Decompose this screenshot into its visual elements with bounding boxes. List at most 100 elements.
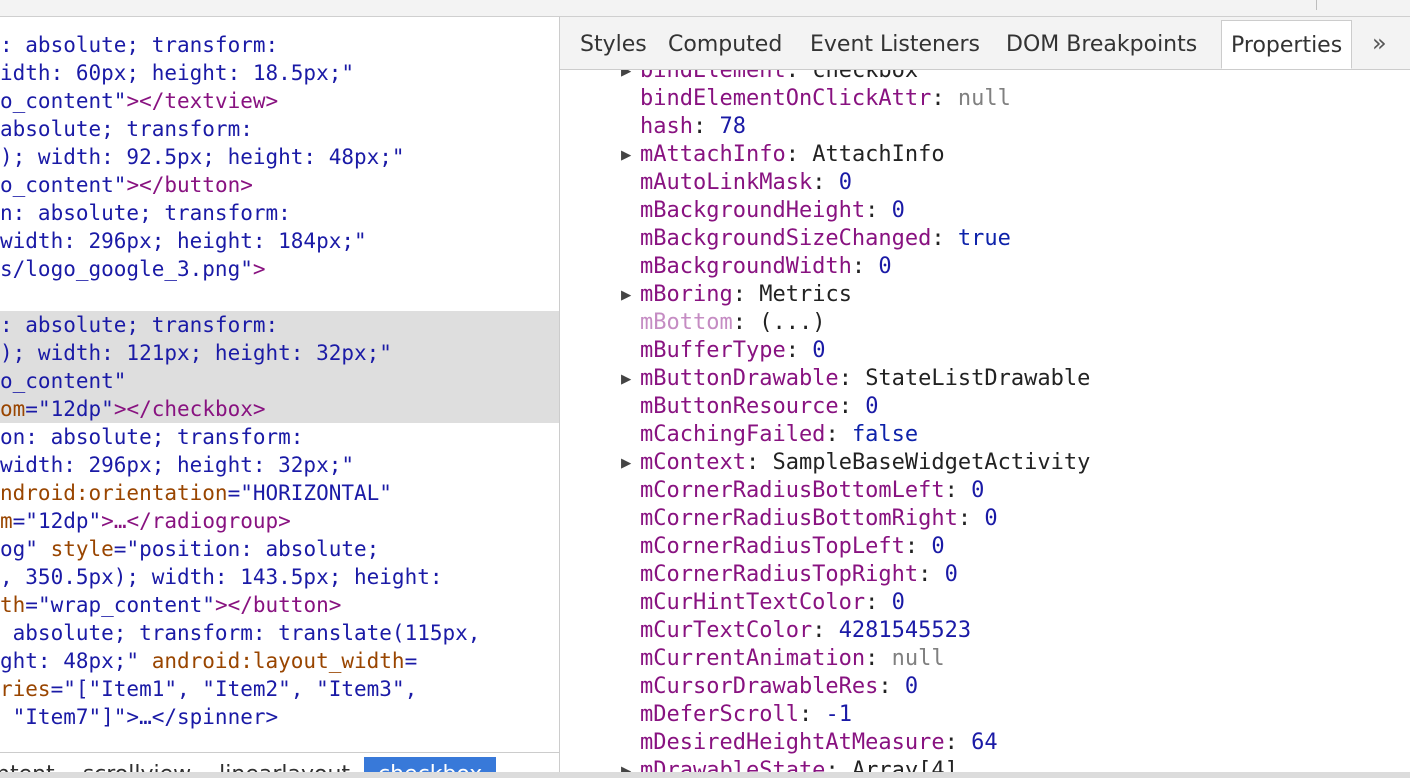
property-key: mAttachInfo [640,142,786,167]
property-key: mButtonResource [640,394,839,419]
dom-node-line[interactable]: n: absolute; transform: [0,199,559,227]
dom-node-line[interactable]: ght: 48px;" android:layout_width= [0,647,559,675]
dom-node-line[interactable]: on: absolute; transform: [0,423,559,451]
tab-event-listeners[interactable]: Event Listeners [810,25,980,69]
property-row[interactable]: mDeferScroll: -1 [560,701,1410,729]
property-colon: : [785,142,813,167]
property-row[interactable]: mBackgroundWidth: 0 [560,253,1410,281]
dom-node-line[interactable]: : absolute; transform: [0,31,559,59]
dom-node-line[interactable]: og" style="position: absolute; [0,535,559,563]
property-value: 0 [931,534,945,559]
dom-tree[interactable]: : absolute; transform: idth: 60px; height… [0,31,559,731]
property-colon: : [944,730,972,755]
dom-node-line[interactable]: ndroid:orientation="HORIZONTAL" [0,479,559,507]
property-row[interactable]: mCurrentAnimation: null [560,645,1410,673]
dom-node-line[interactable]: width: 296px; height: 32px;" [0,451,559,479]
property-colon: : [918,562,945,587]
property-row[interactable]: bindElementOnClickAttr: null [560,85,1410,113]
selected-node-line[interactable]: om="12dp"></checkbox> [0,395,559,423]
dom-node-line[interactable]: m="12dp">…</radiogroup> [0,507,559,535]
property-row[interactable]: ▶ mButtonDrawable: StateListDrawable [560,365,1410,393]
property-colon: : [732,282,760,307]
elements-panel[interactable]: : absolute; transform: idth: 60px; height… [0,17,559,778]
attribute-value: idth: 60px; height: 18.5px;" [0,61,355,85]
property-row[interactable]: mBackgroundHeight: 0 [560,197,1410,225]
expand-triangle-icon[interactable]: ▶ [621,281,631,309]
tab-dom-breakpoints[interactable]: DOM Breakpoints [1006,25,1197,69]
tab-properties[interactable]: Properties [1221,20,1353,69]
dom-node-line[interactable]: o_content"></textview> [0,87,559,115]
property-colon: : [851,254,879,279]
chevron-double-right-icon[interactable]: » [1372,25,1387,61]
property-key: mAutoLinkMask [640,170,813,195]
property-row[interactable]: mCurTextColor: 4281545523 [560,617,1410,645]
attribute-name: th [0,593,26,617]
dom-node-line[interactable]: "Item7"]">…</spinner> [0,703,559,731]
property-key: hash [640,114,693,139]
property-row[interactable]: mBottom: (...) [560,309,1410,337]
selected-node-line[interactable]: : absolute; transform: [0,311,559,339]
dom-node-line[interactable] [0,283,559,311]
dom-node-line[interactable]: th="wrap_content"></button> [0,591,559,619]
dom-node-line[interactable]: s/logo_google_3.png"> [0,255,559,283]
properties-list[interactable]: ▶ bindElement: checkbox bindElementOnClick… [560,57,1410,778]
property-key: mBackgroundHeight [640,198,866,223]
dom-node-line[interactable]: ries="["Item1", "Item2", "Item3", [0,675,559,703]
property-colon: : [812,618,839,643]
selected-node-line[interactable]: ); width: 121px; height: 32px;" [0,339,559,367]
attribute-value: width: 296px; height: 32px;" [0,453,355,477]
property-row[interactable]: mCornerRadiusBottomLeft: 0 [560,477,1410,505]
property-row[interactable]: mCachingFailed: false [560,421,1410,449]
property-row[interactable]: ▶ mBoring: Metrics [560,281,1410,309]
tab-computed[interactable]: Computed [668,25,782,69]
dom-node-line[interactable]: , 350.5px); width: 143.5px; height: [0,563,559,591]
attribute-value: ="position: absolute; [113,537,380,561]
dom-node-line[interactable]: width: 296px; height: 184px;" [0,227,559,255]
property-row[interactable]: mCornerRadiusTopLeft: 0 [560,533,1410,561]
tag-text: ></button> [214,593,342,617]
property-row[interactable]: mCornerRadiusTopRight: 0 [560,561,1410,589]
property-row[interactable]: mBackgroundSizeChanged: true [560,225,1410,253]
property-key: mContext [640,450,746,475]
expand-triangle-icon[interactable]: ▶ [621,449,631,477]
expand-triangle-icon[interactable]: ▶ [621,365,631,393]
attribute-value: ); width: 121px; height: 32px;" [0,341,392,365]
dom-node-line[interactable]: idth: 60px; height: 18.5px;" [0,59,559,87]
dom-node-line[interactable]: absolute; transform: [0,115,559,143]
property-value: 0 [891,198,905,223]
property-value: null [891,646,945,671]
attribute-value: , 350.5px); width: 143.5px; height: [0,565,443,589]
property-colon: : [931,86,958,111]
tag-text: > [265,89,279,113]
expand-triangle-icon[interactable]: ▶ [621,141,631,169]
property-colon: : [957,506,985,531]
tag-text: ></checkbox> [113,397,266,421]
tab-styles[interactable]: Styles [580,25,647,69]
property-row[interactable]: mBufferType: 0 [560,337,1410,365]
property-value: 0 [891,590,905,615]
property-row[interactable]: mCurHintTextColor: 0 [560,589,1410,617]
dom-node-line[interactable]: o_content"></button> [0,171,559,199]
property-key: mCornerRadiusBottomLeft [640,478,945,503]
attribute-value: ght: 48px;" [0,649,152,673]
dom-node-line[interactable]: absolute; transform: translate(115px, [0,619,559,647]
dom-node-line[interactable]: ); width: 92.5px; height: 48px;" [0,143,559,171]
property-value: true [957,226,1011,251]
property-key: mCurHintTextColor [640,590,866,615]
property-row[interactable]: mDesiredHeightAtMeasure: 64 [560,729,1410,757]
property-row[interactable]: mCursorDrawableRes: 0 [560,673,1410,701]
property-row[interactable]: ▶ mContext: SampleBaseWidgetActivity [560,449,1410,477]
selected-node-line[interactable]: o_content" [0,367,559,395]
property-value[interactable]: (...) [759,310,825,335]
property-key: mBottom [640,310,733,335]
property-row[interactable]: hash: 78 [560,113,1410,141]
attribute-value: "Item7"]">…</spinner> [0,705,279,729]
property-row[interactable]: mButtonResource: 0 [560,393,1410,421]
property-value: 4281545523 [838,618,972,643]
property-key: mBoring [640,282,733,307]
property-row[interactable]: ▶ mAttachInfo: AttachInfo [560,141,1410,169]
tag-text: ></button> [126,173,253,197]
property-row[interactable]: mCornerRadiusBottomRight: 0 [560,505,1410,533]
attribute-name: m [0,509,13,533]
property-row[interactable]: mAutoLinkMask: 0 [560,169,1410,197]
